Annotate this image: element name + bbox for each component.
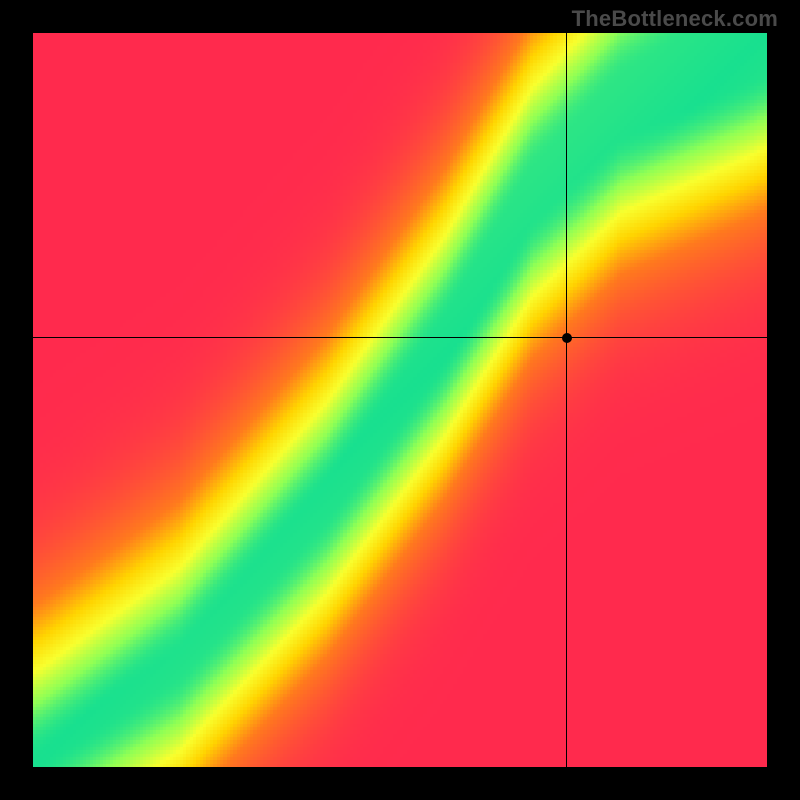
chart-container: TheBottleneck.com — [0, 0, 800, 800]
heatmap-plot — [33, 33, 767, 767]
crosshair-vertical — [566, 33, 567, 767]
watermark-text: TheBottleneck.com — [572, 6, 778, 32]
heatmap-canvas — [33, 33, 767, 767]
crosshair-horizontal — [33, 337, 767, 338]
marker-dot — [562, 333, 572, 343]
